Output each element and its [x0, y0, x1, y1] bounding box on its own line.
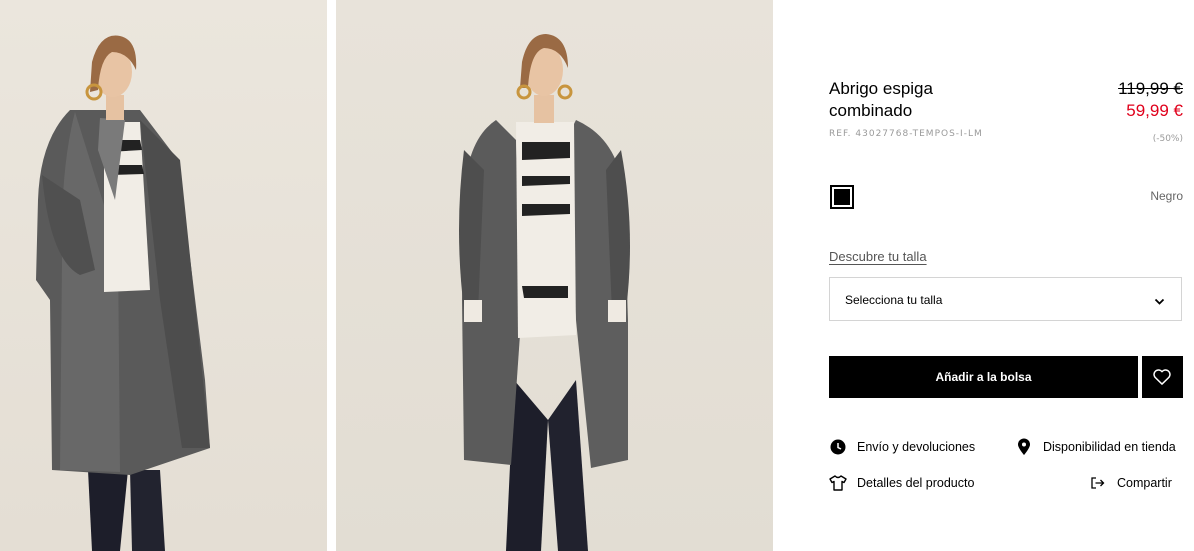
sale-price: 59,99 €: [1126, 101, 1183, 120]
model-front-illustration: [459, 34, 630, 551]
color-swatch-negro[interactable]: [830, 185, 854, 209]
discount-badge: (-50%): [1152, 134, 1183, 144]
tshirt-icon: [829, 474, 847, 492]
product-details-label: Detalles del producto: [857, 476, 975, 490]
heart-icon: [1153, 369, 1171, 385]
shipping-returns-link[interactable]: Envío y devoluciones: [829, 438, 975, 456]
size-select-label: Selecciona tu talla: [845, 293, 943, 307]
product-photo-side[interactable]: [0, 0, 327, 551]
store-availability-label: Disponibilidad en tienda: [1043, 440, 1176, 454]
size-guide-link[interactable]: Descubre tu talla: [829, 249, 927, 264]
product-title: Abrigo espiga combinado: [829, 79, 933, 120]
product-details-link[interactable]: Detalles del producto: [829, 474, 974, 492]
product-reference: REF. 43027768-TEMPOS-I-LM: [829, 129, 983, 139]
store-availability-link[interactable]: Disponibilidad en tienda: [1015, 438, 1176, 456]
wishlist-button[interactable]: [1142, 356, 1183, 398]
share-link[interactable]: Compartir: [1089, 474, 1172, 492]
clock-icon: [829, 438, 847, 456]
model-side-illustration: [36, 35, 210, 551]
product-info-panel: Abrigo espiga combinado REF. 43027768-TE…: [829, 0, 1183, 551]
size-select[interactable]: Selecciona tu talla: [829, 277, 1182, 321]
map-pin-icon: [1015, 438, 1033, 456]
swatch-fill: [834, 189, 850, 205]
chevron-down-icon: [1154, 294, 1165, 312]
product-photo-front[interactable]: [336, 0, 773, 551]
shipping-returns-label: Envío y devoluciones: [857, 440, 976, 454]
selected-color-name: Negro: [1150, 189, 1183, 203]
original-price: 119,99 €: [1118, 79, 1183, 98]
add-to-bag-button[interactable]: Añadir a la bolsa: [829, 356, 1138, 398]
share-icon: [1089, 474, 1107, 492]
share-label: Compartir: [1117, 476, 1172, 490]
